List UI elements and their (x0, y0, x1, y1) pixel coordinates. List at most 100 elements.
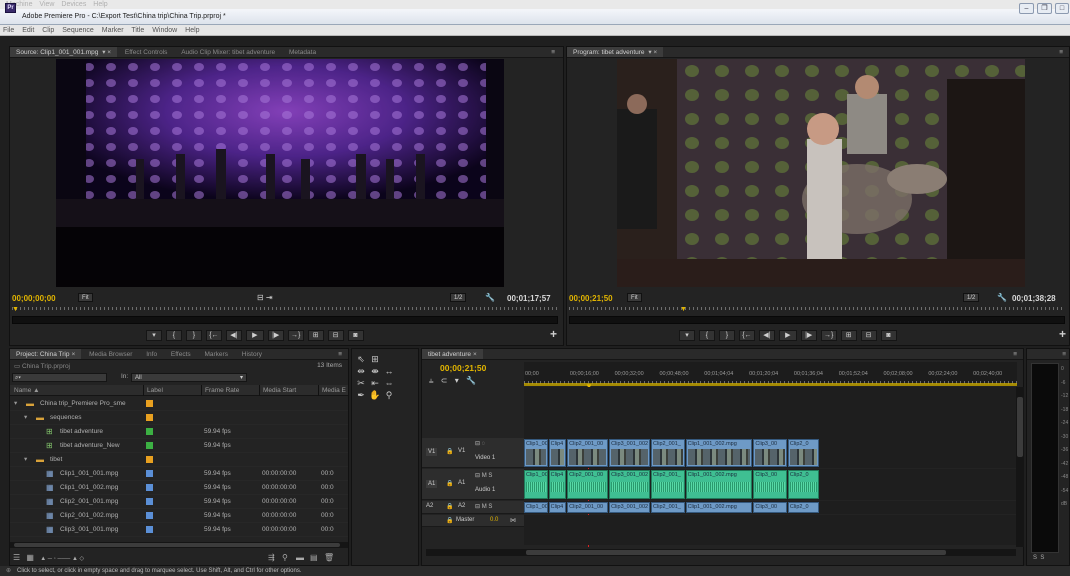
track-v1-label[interactable]: V1 (458, 448, 465, 454)
tab-audio-clip-mixer[interactable]: Audio Clip Mixer: tibet adventure (175, 47, 281, 57)
audio-clip[interactable]: Clip3_001_002 (609, 470, 651, 499)
video-clip[interactable]: Clip3_001_002 (609, 502, 651, 513)
video-clip[interactable]: Clip2_0 (787, 502, 819, 513)
source-patch-a2[interactable]: A2 (426, 503, 433, 509)
ripple-edit-tool-icon[interactable]: ⇹ (354, 365, 368, 377)
tab-info[interactable]: Info (140, 349, 163, 359)
menu-sequence[interactable]: Sequence (62, 27, 94, 34)
program-playhead-icon[interactable]: ▼ (680, 306, 687, 313)
mark-out-icon[interactable]: } (185, 330, 202, 341)
program-step-back-icon[interactable]: ◀| (758, 330, 775, 341)
icon-view-icon[interactable]: ▦ (26, 553, 34, 562)
program-zoom-dropdown[interactable]: Fit (627, 293, 642, 302)
disclosure-triangle-icon[interactable]: ▾ (24, 411, 27, 425)
program-button-editor-icon[interactable]: + (1059, 327, 1066, 341)
timeline-ruler[interactable]: 00;00 00;00;16;00 00;00;32;00 00;00;48;00 00… (524, 362, 1017, 386)
track-a2-label[interactable]: A2 (458, 503, 465, 509)
wrench-icon[interactable]: 🔧 (485, 293, 495, 302)
mark-in-icon[interactable]: { (165, 330, 182, 341)
project-panel-menu-icon[interactable]: ≡ (338, 349, 342, 360)
project-list-item[interactable]: ▦ Clip1_001_002.mpg 59.94 fps 00:00:00:00 00… (10, 481, 348, 495)
solo-buttons[interactable]: S S (1033, 555, 1044, 561)
audio-clip[interactable]: Clip2_001_00 (567, 470, 609, 499)
zoom-tool-icon[interactable]: ⚲ (382, 389, 396, 401)
rolling-edit-tool-icon[interactable]: ⇼ (368, 365, 382, 377)
project-list-item[interactable]: ▾ ▬ sequences (10, 411, 348, 425)
tab-history[interactable]: History (236, 349, 268, 359)
slide-tool-icon[interactable]: ⇔ (382, 377, 396, 389)
automate-icon[interactable]: ⇶ (268, 551, 275, 565)
video-clip[interactable]: Clip2_0 (787, 439, 819, 467)
menu-title[interactable]: Title (131, 27, 144, 34)
menu-window[interactable]: Window (152, 27, 177, 34)
menu-file[interactable]: File (3, 27, 14, 34)
overwrite-icon[interactable]: ⊟ (327, 330, 344, 341)
program-go-to-out-icon[interactable]: →} (820, 330, 837, 341)
audio-clip[interactable]: Clip3_00 (753, 470, 787, 499)
project-list-item[interactable]: ▦ Clip1_001_001.mpg 59.94 fps 00:00:00:00 00… (10, 467, 348, 481)
safe-margins-icon[interactable]: ⊟ ⇥ (257, 293, 273, 302)
program-panel-menu-icon[interactable]: ≡ (1059, 47, 1063, 58)
audio-clip[interactable]: Clip1_001_002.mpg (685, 470, 753, 499)
master-lock-icon[interactable]: 🔒 (446, 517, 453, 524)
a2-lock-icon[interactable]: 🔒 (446, 503, 453, 510)
step-forward-icon[interactable]: |▶ (267, 330, 284, 341)
source-video-frame[interactable] (56, 59, 504, 287)
col-media-start[interactable]: Media Start (259, 385, 296, 396)
program-zoom-scrollbar[interactable] (569, 316, 1065, 324)
project-list-item[interactable]: ⊞ tibet adventure 59.94 fps (10, 425, 348, 439)
list-view-icon[interactable]: ☰ (13, 553, 20, 562)
os-menu-devices[interactable]: Devices (61, 1, 86, 8)
timeline-empty-upper[interactable] (524, 387, 1017, 438)
close-window-icon[interactable]: □ (1055, 3, 1069, 14)
video-clip[interactable]: Clip1_0C (524, 502, 548, 513)
master-keyframe-icon[interactable]: ⋈ (510, 517, 516, 524)
export-frame-icon[interactable]: ◙ (347, 330, 364, 341)
menu-clip[interactable]: Clip (42, 27, 54, 34)
program-resolution-dropdown[interactable]: 1/2 (963, 293, 980, 302)
a2-mute-solo-icons[interactable]: ⊟ M S (475, 503, 492, 510)
play-icon[interactable]: ▶ (245, 330, 264, 341)
disclosure-triangle-icon[interactable]: ▾ (14, 397, 17, 411)
a1-lock-icon[interactable]: 🔒 (446, 480, 453, 487)
toggle-output-icon[interactable]: ⊟ ◌ (475, 440, 485, 447)
tab-markers[interactable]: Markers (198, 349, 233, 359)
col-name[interactable]: Name ▲ (14, 385, 40, 396)
project-list-item[interactable]: ▦ Clip2_001_002.mpg 59.94 fps 00:00:00:00 00… (10, 509, 348, 523)
menu-marker[interactable]: Marker (102, 27, 124, 34)
restore-icon[interactable]: ❐ (1037, 3, 1052, 14)
project-h-scrollbar[interactable] (10, 542, 348, 548)
source-patch-a1[interactable]: A1 (426, 480, 438, 488)
program-video-frame[interactable] (617, 59, 1025, 287)
new-item-icon[interactable]: ▤ (310, 551, 318, 565)
hand-tool-icon[interactable]: ✋ (368, 389, 382, 401)
program-wrench-icon[interactable]: 🔧 (997, 293, 1007, 302)
audio-clip[interactable]: Clip2_001_ (651, 470, 685, 499)
video-clip[interactable]: Clip2_001_ (651, 439, 685, 467)
track-a1-content[interactable]: Clip1_0C Clip4 Clip2_001_00 Clip3_001_002 Cl… (524, 469, 1017, 500)
project-list-item[interactable]: ⊞ tibet adventure_New 59.94 fps (10, 439, 348, 453)
project-list-item[interactable]: ▾ ▬ tibet (10, 453, 348, 467)
program-export-frame-icon[interactable]: ◙ (880, 330, 897, 341)
video-clip[interactable]: Clip2_001_00 (567, 502, 609, 513)
col-label[interactable]: Label (143, 385, 163, 396)
slip-tool-icon[interactable]: ⇤ (368, 377, 382, 389)
program-mark-in-icon[interactable]: { (698, 330, 715, 341)
snap-icon[interactable]: ⫨ (429, 376, 434, 385)
in-filter-dropdown[interactable]: All ▾ (131, 373, 247, 382)
source-button-editor-icon[interactable]: + (550, 327, 557, 341)
source-playhead-icon[interactable]: ▼ (12, 306, 19, 313)
timeline-timecode[interactable]: 00;00;21;50 (440, 363, 486, 373)
project-list-item[interactable]: ▦ Clip3_001_001.mpg 59.94 fps 00:00:00:00 00… (10, 523, 348, 537)
link-icon[interactable]: ⊂ (441, 376, 448, 385)
program-add-marker-icon[interactable]: ▾ (679, 330, 695, 341)
timeline-v-scrollbar[interactable] (1016, 387, 1024, 547)
lift-icon[interactable]: ⊞ (840, 330, 857, 341)
insert-icon[interactable]: ⊞ (307, 330, 324, 341)
project-search-input[interactable]: ⌕▾ (12, 373, 107, 382)
audio-clip[interactable]: Clip4 (548, 470, 567, 499)
source-zoom-scrollbar[interactable] (12, 316, 558, 324)
video-clip[interactable]: Clip2_001_ (651, 502, 685, 513)
track-select-tool-icon[interactable]: ⊞ (368, 353, 382, 365)
panel-menu-icon[interactable]: ≡ (551, 47, 555, 58)
